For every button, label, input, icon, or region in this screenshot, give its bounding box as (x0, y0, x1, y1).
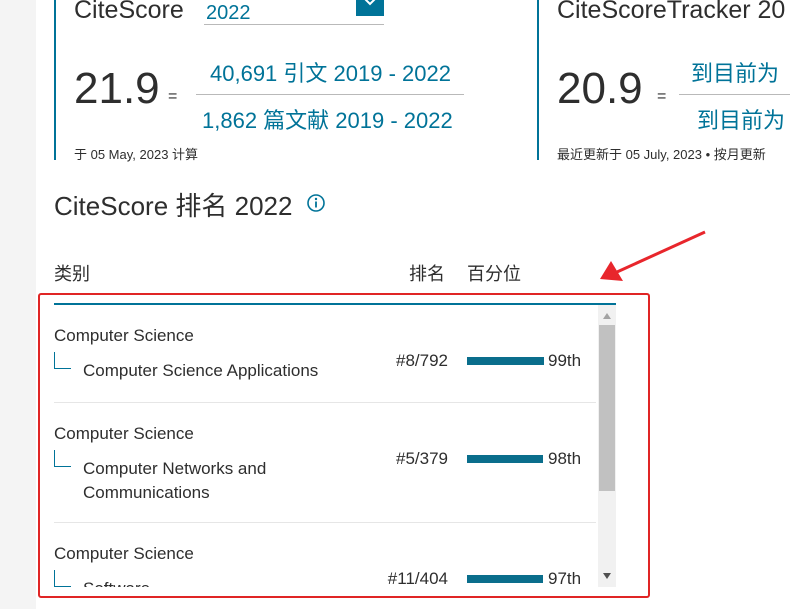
fraction-line (196, 94, 464, 95)
rank-value: #11/404 (387, 569, 448, 587)
percentile-bar-fill (467, 455, 544, 463)
percentile-bar (467, 575, 545, 583)
tracker-title: CiteScoreTracker 20 (557, 0, 786, 24)
year-select-button[interactable] (356, 0, 384, 16)
left-gutter (0, 0, 36, 609)
column-header-percentile: 百分位 (467, 264, 521, 284)
scrollbar-thumb[interactable] (599, 325, 615, 491)
citescore-title: CiteScore (74, 0, 184, 24)
scroll-up-arrow-icon[interactable] (603, 313, 611, 319)
equals-sign: = (168, 88, 178, 105)
tree-connector (54, 450, 71, 467)
tracker-card: CiteScoreTracker 20 20.9 = 到目前为 到目前为 最近更… (537, 0, 790, 162)
tree-connector (54, 352, 71, 369)
table-row: Computer Science Computer Science Applic… (54, 305, 596, 403)
info-icon[interactable] (306, 193, 326, 213)
equals-sign: = (657, 88, 667, 105)
percentile-bar (467, 357, 545, 365)
percentile-label: 97th (548, 569, 582, 587)
citations-link[interactable]: 40,691 引文 2019 - 2022 (210, 56, 451, 88)
scroll-down-arrow-icon[interactable] (603, 573, 611, 579)
fraction-line (679, 94, 790, 95)
ranking-table: Computer Science Computer Science Applic… (54, 303, 616, 587)
documents-link[interactable]: 1,862 篇文献 2019 - 2022 (202, 103, 453, 135)
rank-value: #5/379 (396, 449, 448, 468)
percentile-bar (467, 455, 545, 463)
category-name: Computer Science (54, 544, 194, 563)
ranking-rows: Computer Science Computer Science Applic… (54, 305, 596, 587)
chevron-down-icon (364, 0, 376, 6)
subcategory-name: Software (83, 577, 353, 587)
subcategory-name: Computer Networks and Communications (83, 459, 267, 502)
column-header-rank: 排名 (409, 264, 445, 284)
citescore-card: CiteScore 2022 21.9 = 40,691 引文 2019 - 2… (54, 0, 486, 162)
table-row: Computer Science Software #11/404 97th (54, 523, 596, 587)
rank-value: #8/792 (396, 351, 448, 370)
ranking-heading: CiteScore 排名 2022 (54, 191, 293, 221)
calculated-date: 于 05 May, 2023 计算 (74, 147, 199, 162)
tracker-citations-link[interactable]: 到目前为 (691, 56, 779, 88)
percentile-bar-fill (467, 575, 543, 583)
tracker-update-note: 最近更新于 05 July, 2023 • 按月更新 (557, 147, 766, 162)
category-name: Computer Science (54, 326, 194, 345)
subcategory-name: Computer Science Applications (83, 361, 319, 380)
red-arrow (600, 230, 706, 281)
tree-connector (54, 570, 71, 587)
year-select[interactable]: 2022 (204, 0, 384, 25)
table-scrollbar[interactable] (598, 305, 616, 587)
column-header-category: 类别 (54, 264, 90, 284)
percentile-label: 98th (548, 449, 582, 468)
year-select-value: 2022 (206, 2, 251, 24)
table-row: Computer Science Computer Networks and C… (54, 403, 596, 523)
category-name: Computer Science (54, 424, 194, 443)
tracker-documents-link[interactable]: 到目前为 (697, 103, 785, 135)
percentile-label: 99th (548, 351, 582, 370)
tracker-value: 20.9 (557, 64, 643, 113)
percentile-bar-fill (467, 357, 545, 365)
citescore-value: 21.9 (74, 64, 160, 113)
